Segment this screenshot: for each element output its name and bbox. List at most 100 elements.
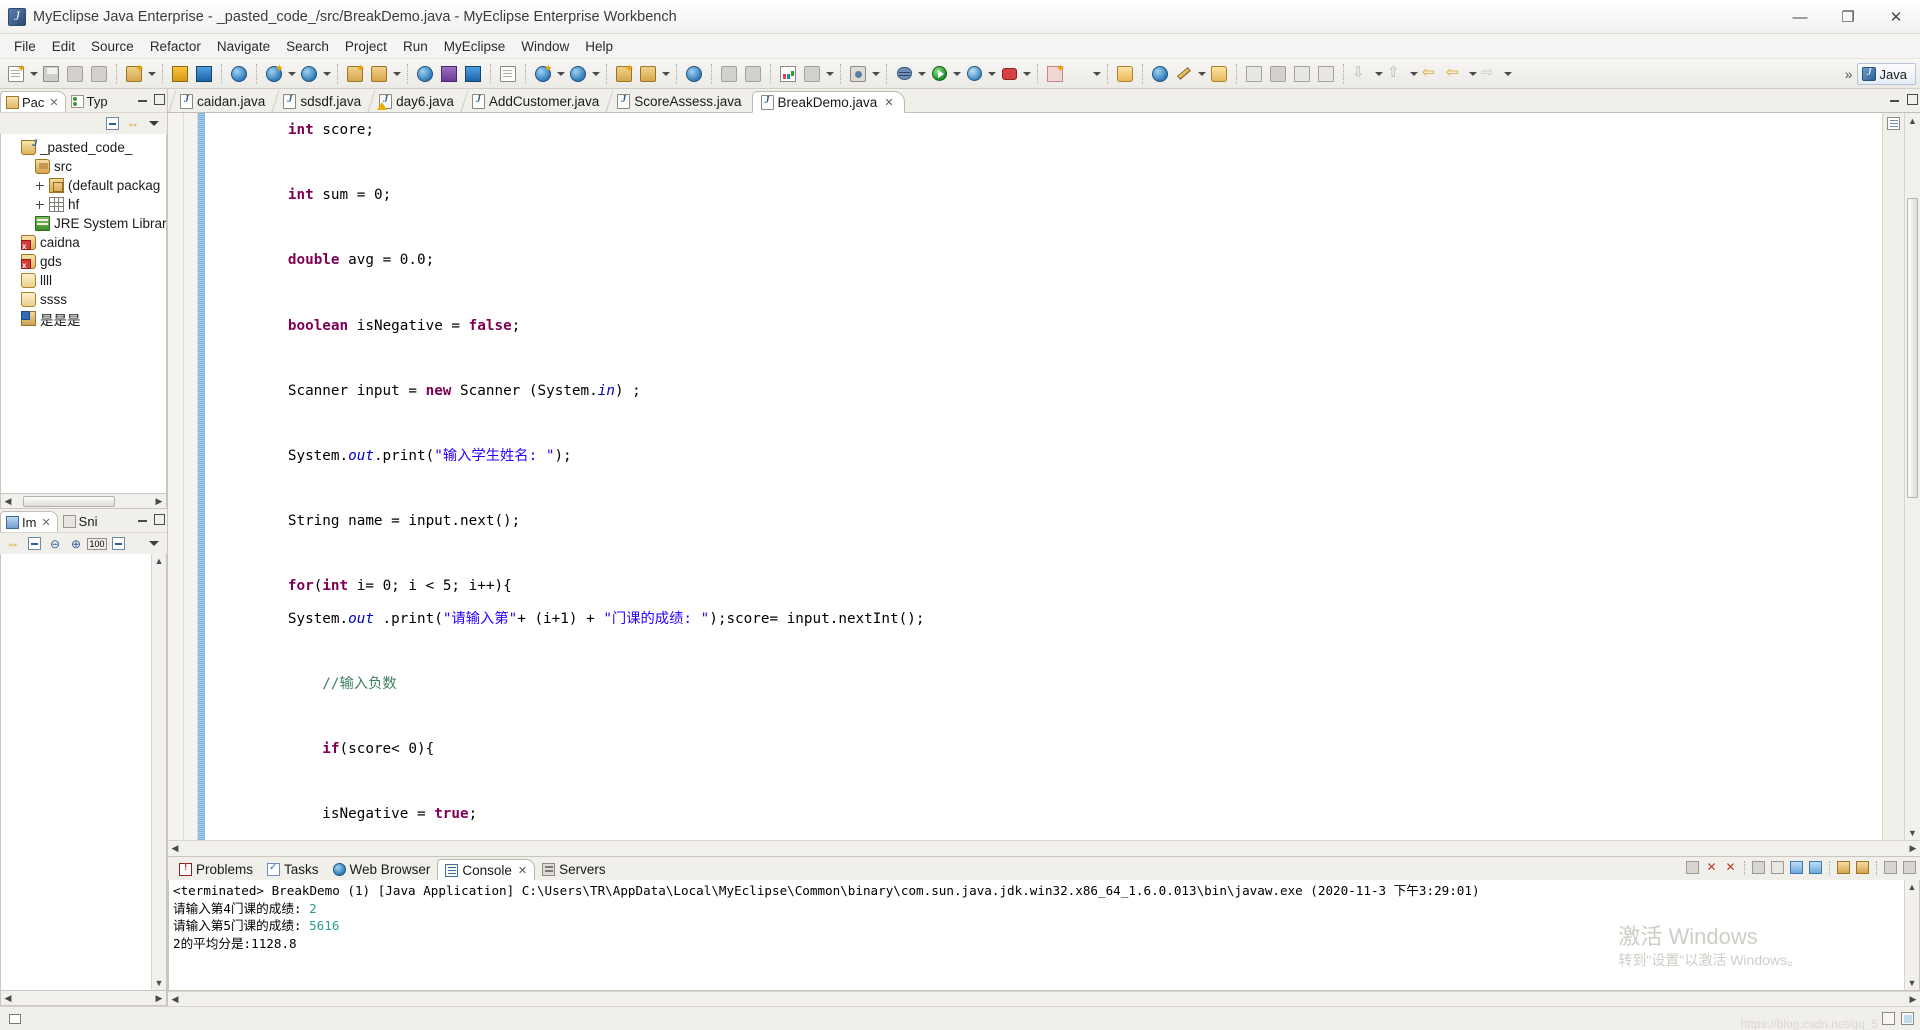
xml-icon[interactable] — [532, 62, 554, 85]
menu-edit[interactable]: Edit — [44, 37, 83, 56]
minimize-view-icon[interactable] — [136, 92, 149, 105]
hscroll-right-icon[interactable]: ▶ — [152, 495, 166, 508]
hscroll-right-icon[interactable]: ▶ — [152, 992, 166, 1005]
tree-item-llll[interactable]: llll — [1, 271, 166, 290]
tree-item-是是是[interactable]: 是是是 — [1, 309, 166, 328]
hscroll-left-icon[interactable]: ◀ — [168, 993, 182, 1006]
word-wrap-icon[interactable] — [1788, 859, 1805, 876]
chevron-down-icon[interactable] — [1467, 63, 1478, 85]
paragraph-icon[interactable] — [1315, 63, 1337, 85]
chevron-down-icon[interactable] — [590, 63, 601, 85]
image-view-vscrollbar[interactable]: ▲ ▼ — [151, 554, 166, 990]
zoom-in-icon[interactable]: ⊕ — [67, 535, 85, 553]
collapse-all-icon[interactable] — [103, 115, 121, 133]
console-tab-servers[interactable]: Servers — [535, 859, 613, 880]
chevron-down-icon[interactable] — [986, 63, 997, 85]
menu-navigate[interactable]: Navigate — [209, 37, 278, 56]
editor-overview-ruler[interactable] — [1882, 113, 1904, 840]
deploy-icon[interactable] — [263, 62, 285, 85]
source-code[interactable]: int score; int sum = 0; double avg = 0.0… — [205, 113, 1882, 840]
vscroll-thumb[interactable] — [1907, 198, 1918, 498]
manage-server-icon[interactable] — [368, 63, 390, 85]
minimize-view-icon[interactable] — [136, 512, 149, 525]
open-folder2-icon[interactable] — [1208, 63, 1230, 85]
perspective-tab-java[interactable]: Java — [1856, 63, 1916, 85]
chevron-down-icon[interactable] — [391, 63, 402, 85]
open-resource-icon[interactable] — [193, 63, 215, 85]
open-folder-icon[interactable] — [1114, 63, 1136, 85]
expand-icon[interactable] — [35, 181, 45, 191]
editor-tab-day6-java[interactable]: day6.java — [371, 90, 464, 112]
console-output[interactable]: <terminated> BreakDemo (1) [Java Applica… — [169, 880, 1904, 990]
redeploy-icon[interactable] — [298, 63, 320, 85]
maximize-view-icon[interactable] — [152, 92, 165, 105]
run-server-icon[interactable] — [998, 63, 1020, 85]
menu-source[interactable]: Source — [83, 37, 142, 56]
editor-hscrollbar[interactable]: ◀ ▶ — [168, 840, 1920, 856]
hibernate-icon[interactable] — [462, 63, 484, 85]
menu-window[interactable]: Window — [513, 37, 577, 56]
hscroll-left-icon[interactable]: ◀ — [1, 495, 15, 508]
actual-size-icon[interactable]: 100 — [87, 535, 107, 553]
editor-vscrollbar[interactable]: ▲ ▼ — [1904, 113, 1920, 840]
maximize-editor-icon[interactable] — [1905, 92, 1918, 105]
editor-tab-caidan-java[interactable]: caidan.java — [172, 90, 275, 112]
view-menu-icon[interactable] — [145, 535, 163, 553]
screenshot-icon[interactable] — [847, 63, 869, 85]
editor-marker-ruler[interactable] — [168, 113, 184, 840]
chevron-down-icon[interactable] — [1091, 63, 1102, 85]
tree-item-jre-system-library[interactable]: JRE System Library — [1, 214, 166, 233]
chevron-down-icon[interactable] — [916, 63, 927, 85]
maximize-view-icon[interactable] — [152, 512, 165, 525]
list-icon[interactable] — [1291, 63, 1313, 85]
chevron-down-icon[interactable] — [1408, 63, 1419, 85]
new-server-icon[interactable] — [344, 62, 366, 85]
close-icon[interactable]: ✕ — [49, 96, 58, 109]
console-hscrollbar[interactable]: ◀ ▶ — [168, 991, 1920, 1006]
maximize-icon[interactable] — [1901, 859, 1918, 876]
open-web-browser-icon[interactable] — [228, 63, 250, 85]
new-java-project-icon[interactable] — [123, 62, 145, 85]
database-explorer-icon[interactable] — [414, 63, 436, 85]
image-view-hscrollbar[interactable]: ◀ ▶ — [0, 991, 167, 1006]
hscroll-track[interactable] — [182, 842, 1906, 855]
report-gray-icon[interactable] — [801, 63, 823, 85]
search-type-icon[interactable] — [1243, 63, 1265, 85]
pin-console-icon[interactable] — [1807, 859, 1824, 876]
refresh-icon[interactable] — [1068, 63, 1090, 85]
menu-project[interactable]: Project — [337, 37, 395, 56]
chevron-down-icon[interactable] — [1196, 63, 1207, 85]
console-tab-problems[interactable]: Problems — [172, 859, 260, 880]
chevron-down-icon[interactable] — [286, 63, 297, 85]
hscroll-right-icon[interactable]: ▶ — [1906, 993, 1920, 1006]
close-icon[interactable]: ✕ — [41, 516, 50, 529]
comment-icon[interactable] — [718, 63, 740, 85]
editor-folding-ruler[interactable] — [184, 113, 198, 840]
xsd-icon[interactable] — [567, 63, 589, 85]
prev-annotation-icon[interactable] — [1385, 63, 1407, 85]
hscroll-right-icon[interactable]: ▶ — [1906, 842, 1920, 855]
new-package-icon[interactable] — [1044, 62, 1066, 85]
vscroll-up-icon[interactable]: ▲ — [153, 554, 166, 568]
menu-file[interactable]: File — [6, 37, 44, 56]
editor-tab-scoreassess-java[interactable]: ScoreAssess.java — [609, 90, 751, 112]
menu-myeclipse[interactable]: MyEclipse — [436, 37, 514, 56]
vscroll-down-icon[interactable]: ▼ — [1906, 976, 1919, 990]
console-tab-console[interactable]: Console ✕ — [437, 859, 536, 880]
zoom-out-icon[interactable]: ⊖ — [46, 535, 64, 553]
vscroll-up-icon[interactable]: ▲ — [1906, 880, 1919, 894]
package-explorer-tree[interactable]: _pasted_code_src (default packag hf JRE Sys… — [0, 134, 167, 494]
run-icon[interactable] — [928, 63, 950, 85]
run-external-icon[interactable] — [963, 63, 985, 85]
globe2-icon[interactable] — [1149, 63, 1171, 85]
minimize-icon[interactable] — [1882, 859, 1899, 876]
view-menu-icon[interactable] — [145, 115, 163, 133]
hscroll-track[interactable] — [15, 495, 152, 508]
close-icon[interactable]: ✕ — [884, 96, 893, 109]
status-indicator-2-icon[interactable] — [1901, 1012, 1914, 1025]
hscroll-thumb[interactable] — [23, 495, 115, 507]
open-type-icon[interactable] — [169, 63, 191, 85]
chevron-down-icon[interactable] — [870, 63, 881, 85]
status-indicator-1-icon[interactable] — [1882, 1012, 1895, 1025]
back-highlight-icon[interactable] — [1420, 63, 1442, 85]
